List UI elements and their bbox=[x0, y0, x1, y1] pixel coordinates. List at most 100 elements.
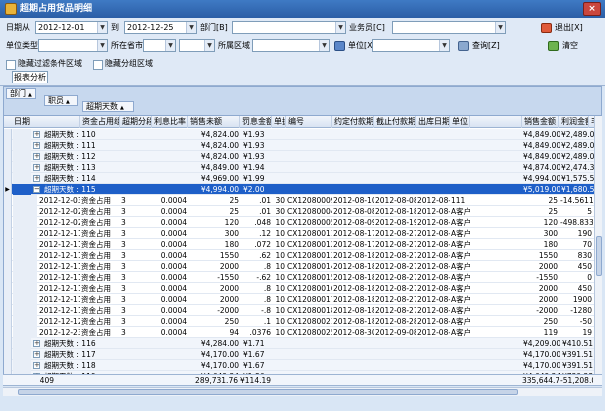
expand-icon[interactable]: + bbox=[33, 142, 40, 149]
expand-icon[interactable]: + bbox=[33, 362, 40, 369]
table-row[interactable]: 2012-12-11 资金占用 3 0.0004 2000.8 10 CX12080014 2… bbox=[4, 261, 594, 272]
group-row[interactable]: + 超期天数 : 110 ¥4,824.00 ¥1.93 ¥4,849.00 ¥2,489… bbox=[4, 129, 594, 140]
hide-filter-checkbox[interactable]: 隐藏过滤条件区域 bbox=[6, 58, 82, 70]
table-row[interactable]: 2012-12-11 资金占用 3 0.0004 2000.8 10 CX12080017 2… bbox=[4, 294, 594, 305]
report-grid[interactable]: 日期 资金占用组 超期分段 利息比率 销售未额 罚息金额 单据 编号 约定付款期… bbox=[3, 116, 594, 374]
query-button[interactable]: 查询[Z] bbox=[458, 39, 500, 53]
group-sales: ¥4,849.00 bbox=[523, 152, 560, 161]
cell-fund-group: 资金占用 bbox=[81, 229, 111, 238]
unit-select[interactable]: ▼ bbox=[372, 39, 450, 52]
cell-interest: .048 bbox=[254, 218, 271, 227]
table-row[interactable]: 2012-12-03 资金占用 3 0.0004 25.01 30 CX12080009 20… bbox=[4, 195, 594, 206]
group-chip-dept[interactable]: 部门 ▲ bbox=[6, 88, 36, 99]
horizontal-scrollbar[interactable] bbox=[3, 387, 602, 396]
scroll-thumb[interactable] bbox=[18, 389, 518, 395]
unit-type-select[interactable]: ▼ bbox=[38, 39, 108, 52]
chevron-down-icon[interactable]: ▼ bbox=[165, 40, 175, 51]
table-row[interactable]: 2012-12-02 资金占用 3 0.0004 25.01 30 CX12080004 20… bbox=[4, 206, 594, 217]
col-header-fund-group[interactable]: 资金占用组 bbox=[80, 116, 120, 128]
table-row[interactable]: 2012-12-11 资金占用 3 0.0004 -2000 -.8 10 CX1208001… bbox=[4, 305, 594, 316]
cell-ship-date: 2012-08-0 bbox=[417, 207, 450, 216]
expand-icon[interactable]: + bbox=[33, 175, 40, 182]
chevron-down-icon[interactable]: ▼ bbox=[495, 22, 505, 33]
table-row[interactable]: 2012-12-11 资金占用 3 0.0004 1550 .62 10 CX12080013… bbox=[4, 250, 594, 261]
col-header-ship-date[interactable]: 出库日期 bbox=[416, 116, 450, 128]
col-header-agreed-date[interactable]: 约定付款期 bbox=[332, 116, 374, 128]
region-select[interactable]: ▼ bbox=[252, 39, 330, 52]
group-row[interactable]: + 超期天数 : 118 ¥4,170.00 ¥1.67 ¥4,170.00 ¥391.5… bbox=[4, 360, 594, 371]
exit-button[interactable]: 退出[X] bbox=[541, 21, 583, 35]
chevron-down-icon[interactable]: ▼ bbox=[439, 40, 449, 51]
cell-date: 2012-12-02 bbox=[39, 207, 80, 216]
col-header-overdue-seg[interactable]: 超期分段 bbox=[120, 116, 152, 128]
date-from-picker[interactable]: 2012-12-01 ▼ bbox=[35, 21, 108, 34]
col-header-number[interactable]: 编号 bbox=[286, 116, 332, 128]
expand-icon[interactable]: + bbox=[33, 351, 40, 358]
hide-group-checkbox[interactable]: 隐藏分组区域 bbox=[93, 58, 153, 70]
table-row[interactable]: 2012-12-11 资金占用 3 0.0004 300.12 10 CX12080011 2… bbox=[4, 228, 594, 239]
vertical-scrollbar[interactable] bbox=[594, 116, 602, 374]
group-row[interactable]: + 超期天数 : 111 ¥4,824.00 ¥1.93 ¥4,849.00 ¥2,489… bbox=[4, 140, 594, 151]
cell-blank bbox=[470, 261, 522, 272]
group-chip-staff[interactable]: 职员 ▲ bbox=[44, 95, 78, 106]
chevron-down-icon[interactable]: ▼ bbox=[319, 40, 329, 51]
group-amount: ¥4,849.00 bbox=[200, 163, 239, 172]
col-header-amount[interactable]: 销售未额 bbox=[188, 116, 240, 128]
close-button[interactable]: × bbox=[583, 2, 601, 16]
clear-button[interactable]: 清空 bbox=[548, 39, 578, 53]
col-header-sales[interactable]: 销售金额 bbox=[522, 116, 559, 128]
table-row[interactable]: 2012-12-11 资金占用 3 0.0004 2000.8 10 CX12080016 2… bbox=[4, 283, 594, 294]
table-row[interactable]: 2012-12-11 资金占用 3 0.0004 180 .072 10 CX12080012… bbox=[4, 239, 594, 250]
expand-icon[interactable]: + bbox=[33, 153, 40, 160]
group-profit: ¥391.51 bbox=[561, 361, 593, 370]
group-row[interactable]: + 超期天数 : 114 ¥4,969.00 ¥1.99 ¥4,994.00 ¥1,575… bbox=[4, 173, 594, 184]
expand-icon[interactable]: + bbox=[33, 164, 40, 171]
indent-guide bbox=[13, 360, 31, 371]
table-row[interactable]: 2012-12-12 资金占用 3 0.0004 250.1 10 CX12080021 20… bbox=[4, 316, 594, 327]
col-header-interest[interactable]: 罚息金额 bbox=[240, 116, 272, 128]
expand-icon[interactable]: + bbox=[33, 340, 40, 347]
col-header-profit[interactable]: 利润金额 bbox=[559, 116, 589, 128]
cell-doc: 10 bbox=[275, 218, 285, 227]
scroll-thumb[interactable] bbox=[596, 236, 602, 276]
selected-group-row[interactable]: ▶ − 超期天数 : 115 ¥4,994.00 ¥2.00 ¥5,019.00 ¥1,68… bbox=[4, 184, 594, 195]
chevron-down-icon[interactable]: ▼ bbox=[204, 40, 214, 51]
col-header-blank[interactable] bbox=[470, 116, 522, 128]
table-row[interactable]: 2012-12-23 资金占用 3 0.0004 94 .0376 10 CX12080025… bbox=[4, 327, 594, 338]
col-header-rate[interactable]: 利息比率 bbox=[152, 116, 188, 128]
group-amount: ¥4,284.00 bbox=[200, 339, 239, 348]
cell-deadline: 2012-08-27 bbox=[375, 262, 416, 271]
chevron-down-icon[interactable]: ▼ bbox=[97, 22, 107, 33]
date-to-picker[interactable]: 2012-12-25 ▼ bbox=[124, 21, 197, 34]
group-row[interactable]: + 超期天数 : 117 ¥4,170.00 ¥1.67 ¥4,170.00 ¥391.5… bbox=[4, 349, 594, 360]
tab-report-analysis[interactable]: 报表分析 bbox=[12, 71, 48, 83]
cell-ship-date: 2012-08-1 bbox=[417, 284, 450, 293]
group-row[interactable]: + 超期天数 : 116 ¥4,284.00 ¥1.71 ¥4,209.00 ¥410.5… bbox=[4, 338, 594, 349]
indent-guide bbox=[13, 305, 37, 316]
group-amount: ¥4,170.00 bbox=[200, 350, 239, 359]
cell-fund-group: 资金占用 bbox=[81, 306, 111, 315]
cell-unit: A客户 bbox=[451, 262, 470, 271]
col-header-deadline[interactable]: 截止付款期 bbox=[374, 116, 416, 128]
dept-select[interactable]: ▼ bbox=[232, 21, 346, 34]
group-row[interactable]: + 超期天数 : 112 ¥4,824.00 ¥1.93 ¥4,849.00 ¥2,489… bbox=[4, 151, 594, 162]
group-sales: ¥4,849.00 bbox=[523, 141, 560, 150]
province-select[interactable]: ▼ bbox=[143, 39, 176, 52]
col-header-doc[interactable]: 单据 bbox=[272, 116, 286, 128]
chevron-down-icon[interactable]: ▼ bbox=[186, 22, 196, 33]
city-select[interactable]: ▼ bbox=[179, 39, 215, 52]
group-label: 超期天数 : 117 bbox=[44, 350, 96, 359]
expand-icon[interactable]: + bbox=[33, 131, 40, 138]
chevron-down-icon[interactable]: ▼ bbox=[97, 40, 107, 51]
salesman-select[interactable]: ▼ bbox=[392, 21, 506, 34]
table-row[interactable]: 2012-12-11 资金占用 3 0.0004 -1550 -.62 10 CX120800… bbox=[4, 272, 594, 283]
table-row[interactable]: 2012-12-02 资金占用 3 0.0004 120 .048 10 CX12080005… bbox=[4, 217, 594, 228]
col-header-unit[interactable]: 单位 bbox=[450, 116, 470, 128]
collapse-icon[interactable]: − bbox=[33, 186, 40, 193]
group-row[interactable]: + 超期天数 : 113 ¥4,849.00 ¥1.94 ¥4,874.00 ¥2,474… bbox=[4, 162, 594, 173]
cell-overdue-seg: 3 bbox=[121, 240, 126, 249]
chevron-down-icon[interactable]: ▼ bbox=[335, 22, 345, 33]
col-header-date[interactable]: 日期 bbox=[4, 116, 80, 128]
unit-button[interactable]: 单位[X] bbox=[334, 39, 376, 53]
group-chip-overdue-days[interactable]: 超期天数 ▲ bbox=[82, 101, 134, 112]
